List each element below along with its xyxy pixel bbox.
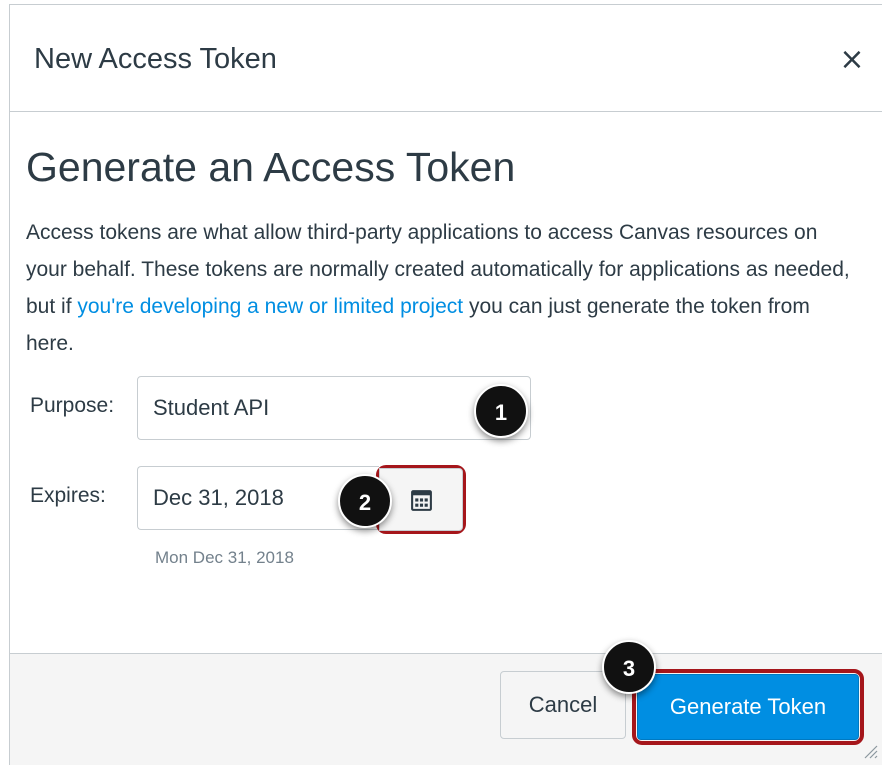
dialog-title: New Access Token: [34, 43, 277, 75]
calendar-icon: [411, 490, 432, 511]
expires-label: Expires:: [30, 484, 106, 507]
generate-token-button[interactable]: Generate Token: [637, 674, 859, 740]
purpose-label: Purpose:: [30, 394, 115, 417]
description-text: Access tokens are what allow third-party…: [26, 214, 856, 362]
developing-project-link[interactable]: you're developing a new or limited proje…: [77, 295, 463, 318]
dialog-header: New Access Token: [10, 5, 882, 112]
page-heading: Generate an Access Token: [26, 144, 516, 190]
close-button[interactable]: ×: [838, 43, 866, 77]
callout-badge-2: 2: [338, 474, 392, 528]
callout-badge-3: 3: [602, 640, 656, 694]
expires-date-help: Mon Dec 31, 2018: [155, 548, 294, 567]
resize-grip-icon[interactable]: [862, 743, 878, 759]
close-icon: ×: [839, 42, 865, 77]
callout-badge-1: 1: [474, 384, 528, 438]
purpose-input[interactable]: Student API: [137, 376, 531, 440]
